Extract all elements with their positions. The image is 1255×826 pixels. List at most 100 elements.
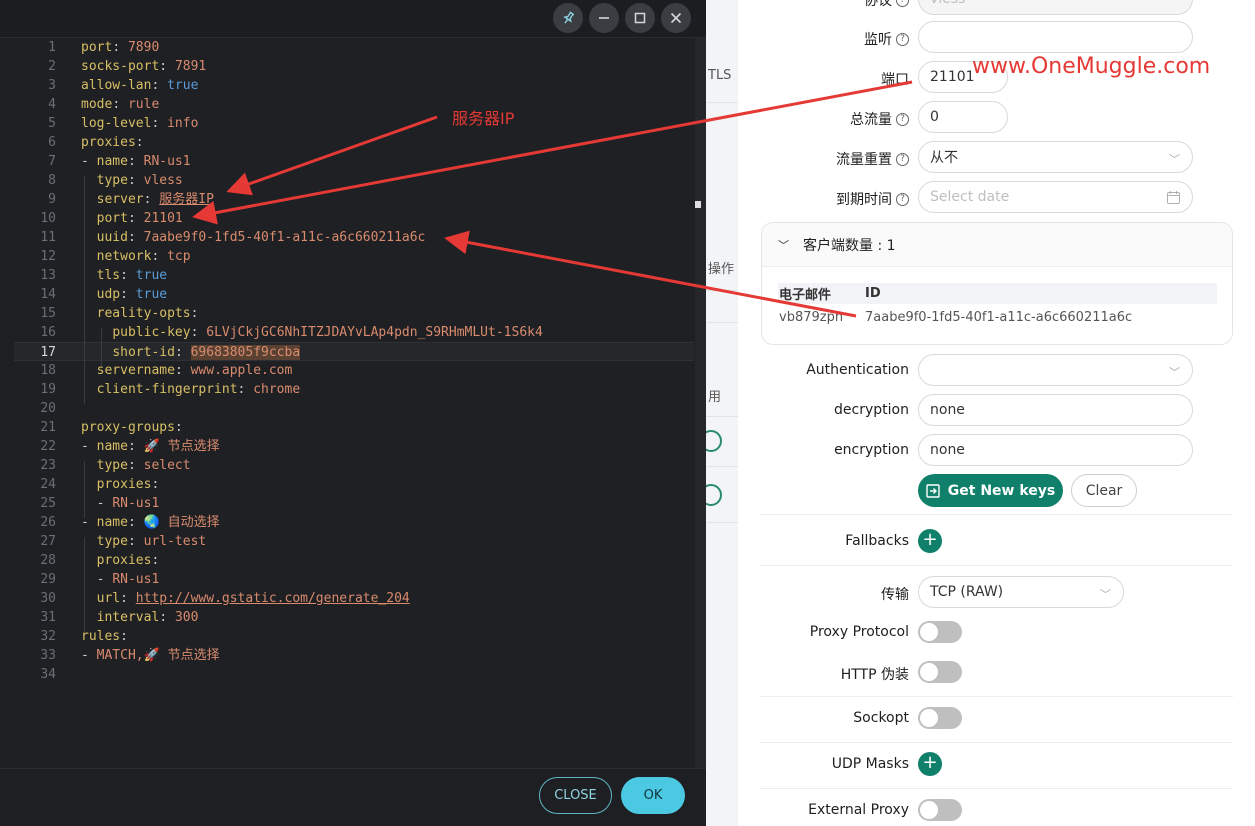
encryption-label: encryption <box>834 442 909 458</box>
yaml-punct: : <box>190 325 207 340</box>
code-text: servername: www.apple.com <box>81 361 293 380</box>
expiry-date-picker[interactable]: Select date <box>918 181 1193 213</box>
protocol-field[interactable]: vless <box>918 0 1193 15</box>
code-text: public-key: 6LVjCkjGC6NhITZJDAYvLAp4pdn_… <box>81 323 542 342</box>
code-line[interactable]: 10 port: 21101 <box>14 209 694 228</box>
line-number: 22 <box>40 439 56 454</box>
code-line[interactable]: 16 public-key: 6LVjCkjGC6NhITZJDAYvLAp4p… <box>14 323 694 342</box>
traffic-reset-select[interactable]: 从不 ﹀ <box>918 141 1193 173</box>
table-row[interactable]: vb879zph 7aabe9f0-1fd5-40f1-a11c-a6c6602… <box>778 304 1217 330</box>
code-line[interactable]: 25 - RN-us1 <box>14 494 694 513</box>
code-line[interactable]: 4 mode: rule <box>14 95 694 114</box>
yaml-value: rule <box>127 97 160 112</box>
code-line[interactable]: 2 socks-port: 7891 <box>14 57 694 76</box>
yaml-punct: - <box>81 154 97 169</box>
code-line[interactable]: 27 type: url-test <box>14 532 694 551</box>
minimize-button[interactable] <box>589 3 619 33</box>
encryption-input[interactable]: none <box>918 434 1193 466</box>
line-number: 7 <box>48 154 56 169</box>
code-line[interactable]: 33 - MATCH,🚀 节点选择 <box>14 646 694 665</box>
code-editor[interactable]: 1 port: 7890 2 socks-port: 7891 3 allow-lan: … <box>14 38 694 768</box>
maximize-button[interactable] <box>625 3 655 33</box>
decryption-input[interactable]: none <box>918 394 1193 426</box>
background-enable-fragment: 用 <box>708 390 722 405</box>
yaml-key: url <box>96 591 121 606</box>
code-line[interactable]: 34 <box>14 665 694 684</box>
close-button[interactable]: CLOSE <box>539 777 612 814</box>
code-line[interactable]: 30 url: http://www.gstatic.com/generate_… <box>14 589 694 608</box>
yaml-key: proxies <box>96 477 152 492</box>
code-line[interactable]: 5 log-level: info <box>14 114 694 133</box>
plus-icon: + <box>922 752 938 773</box>
code-line[interactable]: 13 tls: true <box>14 266 694 285</box>
code-line[interactable]: 8 type: vless <box>14 171 694 190</box>
code-line[interactable]: 26 - name: 🌏 自动选择 <box>14 513 694 532</box>
get-new-keys-button[interactable]: Get New keys <box>918 474 1063 507</box>
add-fallback-button[interactable]: + <box>918 529 942 553</box>
yaml-value: select <box>143 458 191 473</box>
code-line[interactable]: 19 client-fingerprint: chrome <box>14 380 694 399</box>
clear-button[interactable]: Clear <box>1071 474 1137 507</box>
yaml-value: true <box>167 78 199 93</box>
yaml-punct: - <box>81 648 97 663</box>
line-number: 24 <box>40 477 56 492</box>
line-number: 14 <box>40 287 56 302</box>
yaml-punct: : <box>127 458 144 473</box>
code-line[interactable]: 1 port: 7890 <box>14 38 694 57</box>
code-line[interactable]: 22 - name: 🚀 节点选择 <box>14 437 694 456</box>
indent-guide <box>101 328 102 366</box>
line-number: 33 <box>40 648 56 663</box>
clients-collapse-header[interactable]: ﹀ 客户端数量 : 1 <box>762 223 1232 267</box>
yaml-key: type <box>96 534 128 549</box>
line-number: 5 <box>48 116 56 131</box>
code-line[interactable]: 31 interval: 300 <box>14 608 694 627</box>
code-line[interactable]: 23 type: select <box>14 456 694 475</box>
add-udp-mask-button[interactable]: + <box>918 752 942 776</box>
code-line[interactable]: 29 - RN-us1 <box>14 570 694 589</box>
code-line[interactable]: 3 allow-lan: true <box>14 76 694 95</box>
chevron-down-icon: ﹀ <box>1169 366 1180 379</box>
expiry-label: 到期时间? <box>836 189 909 209</box>
yaml-value: RN-us1 <box>143 154 191 169</box>
listen-label: 监听? <box>864 29 909 49</box>
code-line[interactable]: 14 udp: true <box>14 285 694 304</box>
code-line[interactable]: 9 server: 服务器IP <box>14 190 694 209</box>
http-camouflage-toggle[interactable] <box>918 661 962 683</box>
code-line[interactable]: 20 <box>14 399 694 418</box>
code-line[interactable]: 32 rules: <box>14 627 694 646</box>
code-line[interactable]: 18 servername: www.apple.com <box>14 361 694 380</box>
editor-scrollbar[interactable] <box>695 38 706 768</box>
code-text: proxies: <box>81 551 160 570</box>
code-line[interactable]: 28 proxies: <box>14 551 694 570</box>
code-line[interactable]: 12 network: tcp <box>14 247 694 266</box>
total-traffic-input[interactable]: 0 <box>918 101 1008 133</box>
listen-input[interactable] <box>918 21 1193 53</box>
line-number: 4 <box>48 97 56 112</box>
line-number: 18 <box>40 363 56 378</box>
clients-count-title: 客户端数量 : 1 <box>803 237 896 254</box>
code-line[interactable]: 6 proxies: <box>14 133 694 152</box>
proxy-protocol-toggle[interactable] <box>918 621 962 643</box>
code-line[interactable]: 15 reality-opts: <box>14 304 694 323</box>
yaml-punct: : <box>120 287 136 302</box>
code-line[interactable]: 7 - name: RN-us1 <box>14 152 694 171</box>
ok-button[interactable]: OK <box>621 777 685 814</box>
transport-select[interactable]: TCP (RAW) ﹀ <box>918 576 1124 608</box>
yaml-key: name <box>96 439 128 454</box>
authentication-select[interactable]: ﹀ <box>918 354 1193 386</box>
code-line[interactable]: 17 short-id: 69683805f9ccba <box>14 342 694 361</box>
close-window-button[interactable] <box>661 3 691 33</box>
yaml-key: mode <box>81 97 113 112</box>
code-line[interactable]: 21 proxy-groups: <box>14 418 694 437</box>
yaml-punct: : <box>112 97 128 112</box>
sockopt-toggle[interactable] <box>918 707 962 729</box>
line-number: 27 <box>40 534 56 549</box>
code-line[interactable]: 11 uuid: 7aabe9f0-1fd5-40f1-a11c-a6c6602… <box>14 228 694 247</box>
code-line[interactable]: 24 proxies: <box>14 475 694 494</box>
yaml-value: chrome <box>253 382 301 397</box>
external-proxy-toggle[interactable] <box>918 799 962 821</box>
line-number: 3 <box>48 78 56 93</box>
code-text: rules: <box>81 627 128 646</box>
pin-button[interactable] <box>553 3 583 33</box>
help-icon: ? <box>896 192 909 206</box>
